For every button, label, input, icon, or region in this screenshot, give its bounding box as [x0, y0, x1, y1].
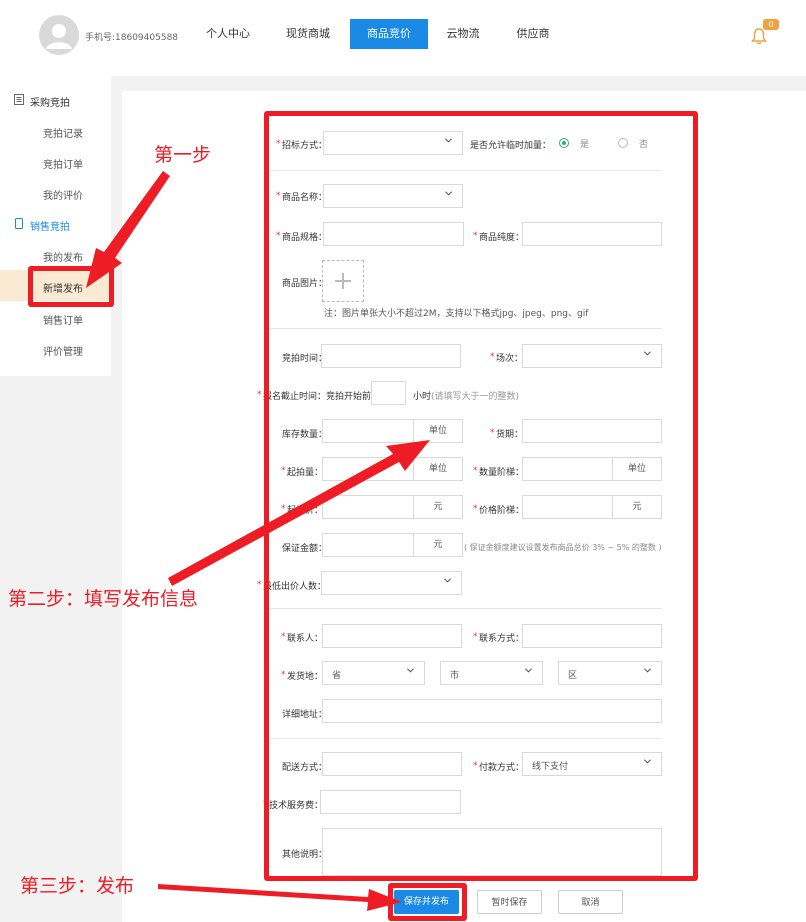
annotation-arrows — [86, 171, 430, 911]
arrow-step2 — [168, 440, 430, 586]
arrow-step3 — [158, 884, 402, 911]
arrow-step1 — [86, 171, 170, 288]
